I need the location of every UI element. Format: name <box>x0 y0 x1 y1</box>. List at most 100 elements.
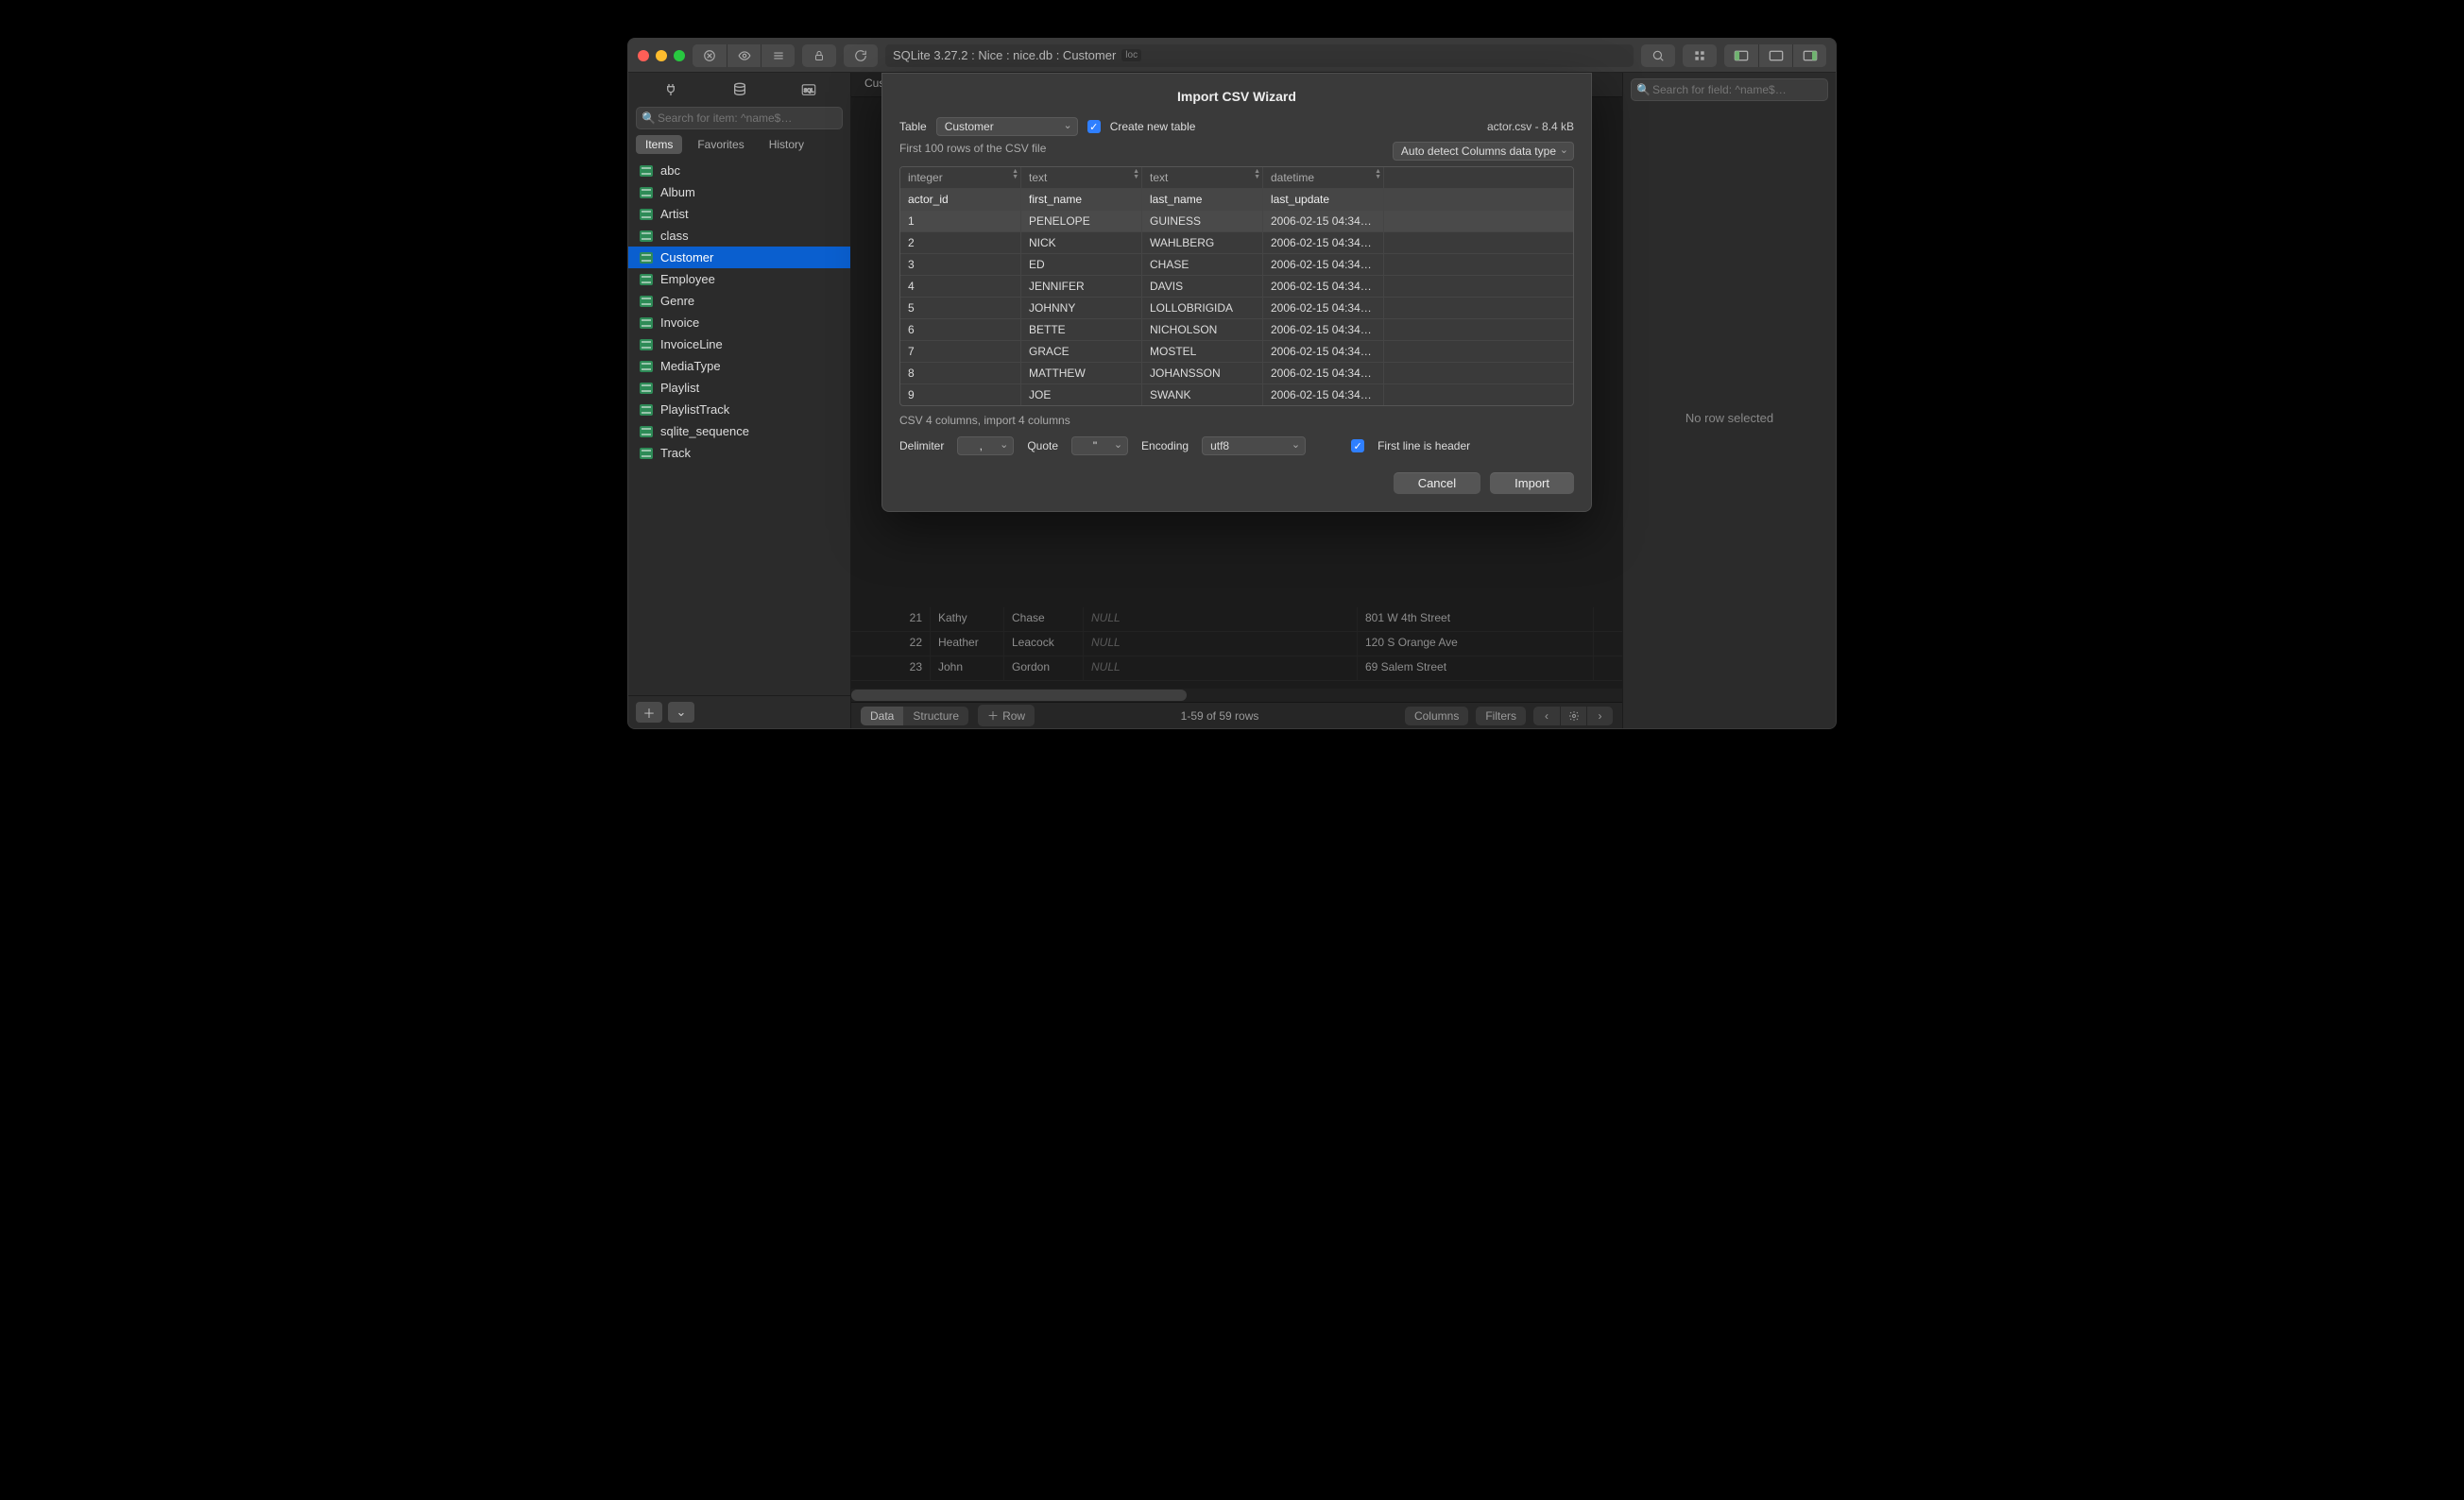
sidebar-item-label: sqlite_sequence <box>660 424 749 438</box>
grid-icon[interactable] <box>1683 44 1717 67</box>
csv-data-row[interactable]: 4JENNIFERDAVIS2006-02-15 04:34… <box>900 275 1573 297</box>
first-line-header-checkbox[interactable]: ✓ <box>1351 439 1364 452</box>
sidebar-item-artist[interactable]: Artist <box>628 203 850 225</box>
type-stepper[interactable]: ▲▼ <box>1254 169 1260 180</box>
import-button[interactable]: Import <box>1490 472 1574 494</box>
zoom-window-button[interactable] <box>674 50 685 61</box>
sidebar-item-invoiceline[interactable]: InvoiceLine <box>628 333 850 355</box>
panel-left-icon[interactable] <box>1724 44 1758 67</box>
table-icon <box>640 383 653 394</box>
csv-cell: actor_id <box>900 189 1021 210</box>
table-icon <box>640 252 653 264</box>
toolbar-right <box>1641 44 1826 67</box>
csv-data-row[interactable]: 6BETTENICHOLSON2006-02-15 04:34… <box>900 318 1573 340</box>
table-icon <box>640 165 653 177</box>
table-select[interactable]: Customer <box>936 117 1078 136</box>
sidebar-item-label: Track <box>660 446 691 460</box>
panel-bottom-icon[interactable] <box>1758 44 1792 67</box>
csv-cell <box>1384 167 1573 188</box>
sidebar-bottom: ＋ ⌄ <box>628 695 850 728</box>
sidebar-tab-items[interactable]: Items <box>636 135 682 154</box>
sidebar-search-input[interactable] <box>636 107 843 129</box>
delimiter-select[interactable]: , <box>957 436 1014 455</box>
panel-layout-icon[interactable] <box>761 44 795 67</box>
sidebar-item-customer[interactable]: Customer <box>628 247 850 268</box>
csv-data-row[interactable]: 5JOHNNYLOLLOBRIGIDA2006-02-15 04:34… <box>900 297 1573 318</box>
csv-cell: 2006-02-15 04:34… <box>1263 276 1384 297</box>
quote-select[interactable]: " <box>1071 436 1128 455</box>
plug-icon[interactable] <box>636 78 705 101</box>
csv-data-row[interactable]: 2NICKWAHLBERG2006-02-15 04:34… <box>900 231 1573 253</box>
sidebar-item-class[interactable]: class <box>628 225 850 247</box>
sidebar-item-album[interactable]: Album <box>628 181 850 203</box>
preview-icon[interactable] <box>727 44 761 67</box>
csv-cell: 2006-02-15 04:34… <box>1263 384 1384 405</box>
csv-cell <box>1384 363 1573 384</box>
field-search-input[interactable] <box>1631 78 1828 101</box>
search-icon: 🔍 <box>642 111 656 125</box>
sidebar-item-invoice[interactable]: Invoice <box>628 312 850 333</box>
panel-right-icon[interactable] <box>1792 44 1826 67</box>
close-window-button[interactable] <box>638 50 649 61</box>
encoding-label: Encoding <box>1141 439 1189 452</box>
table-icon <box>640 317 653 329</box>
sidebar-item-abc[interactable]: abc <box>628 160 850 181</box>
database-icon[interactable] <box>705 78 774 101</box>
sql-icon[interactable]: SQL <box>774 78 843 101</box>
toolbar-group-refresh <box>844 44 878 67</box>
add-item-menu-button[interactable]: ⌄ <box>668 702 694 723</box>
csv-data-row[interactable]: 9JOESWANK2006-02-15 04:34… <box>900 384 1573 405</box>
sidebar-item-genre[interactable]: Genre <box>628 290 850 312</box>
csv-cell <box>1384 276 1573 297</box>
type-stepper[interactable]: ▲▼ <box>1012 169 1018 180</box>
columns-note: CSV 4 columns, import 4 columns <box>899 414 1574 427</box>
svg-text:SQL: SQL <box>803 88 813 94</box>
delimiter-label: Delimiter <box>899 439 944 452</box>
sidebar-item-playlisttrack[interactable]: PlaylistTrack <box>628 399 850 420</box>
sidebar-tabs: Items Favorites History <box>628 135 850 160</box>
csv-cell: 2 <box>900 232 1021 253</box>
first-line-header-label: First line is header <box>1377 439 1470 452</box>
table-icon <box>640 339 653 350</box>
sidebar-item-label: abc <box>660 163 680 178</box>
sidebar-item-playlist[interactable]: Playlist <box>628 377 850 399</box>
sidebar-item-track[interactable]: Track <box>628 442 850 464</box>
minimize-window-button[interactable] <box>656 50 667 61</box>
sidebar-item-label: MediaType <box>660 359 721 373</box>
type-stepper[interactable]: ▲▼ <box>1133 169 1139 180</box>
sidebar-item-employee[interactable]: Employee <box>628 268 850 290</box>
sidebar-tab-history[interactable]: History <box>760 135 813 154</box>
autodetect-select[interactable]: Auto detect Columns data type <box>1393 142 1574 161</box>
import-csv-dialog: Import CSV Wizard Table Customer ✓ Creat… <box>881 73 1592 512</box>
refresh-icon[interactable] <box>844 44 878 67</box>
csv-preview-table: integer▲▼text▲▼text▲▼datetime▲▼actor_idf… <box>899 166 1574 406</box>
csv-cell: integer▲▼ <box>900 167 1021 188</box>
sidebar-item-mediatype[interactable]: MediaType <box>628 355 850 377</box>
csv-cell: NICHOLSON <box>1142 319 1263 340</box>
search-icon[interactable] <box>1641 44 1675 67</box>
table-label: Table <box>899 120 927 133</box>
add-item-button[interactable]: ＋ <box>636 702 662 723</box>
sidebar-item-label: Playlist <box>660 381 699 395</box>
first-rows-label: First 100 rows of the CSV file <box>899 142 1046 161</box>
csv-data-row[interactable]: 7GRACEMOSTEL2006-02-15 04:34… <box>900 340 1573 362</box>
sidebar-list: abc AlbumArtistclassCustomerEmployeeGenre… <box>628 160 850 695</box>
right-empty-state: No row selected <box>1623 107 1836 728</box>
create-new-checkbox[interactable]: ✓ <box>1087 120 1101 133</box>
csv-cell: 3 <box>900 254 1021 275</box>
csv-data-row[interactable]: 3EDCHASE2006-02-15 04:34… <box>900 253 1573 275</box>
sidebar-tab-favorites[interactable]: Favorites <box>688 135 753 154</box>
csv-cell: 8 <box>900 363 1021 384</box>
encoding-select[interactable]: utf8 <box>1202 436 1306 455</box>
dialog-title: Import CSV Wizard <box>899 89 1574 104</box>
csv-data-row[interactable]: 8MATTHEWJOHANSSON2006-02-15 04:34… <box>900 362 1573 384</box>
cancel-button[interactable]: Cancel <box>1394 472 1480 494</box>
type-stepper[interactable]: ▲▼ <box>1375 169 1381 180</box>
csv-cell: 2006-02-15 04:34… <box>1263 298 1384 318</box>
app-window: SQLite 3.27.2 : Nice : nice.db : Custome… <box>627 38 1837 729</box>
csv-cell: 9 <box>900 384 1021 405</box>
sidebar-item-sqlite_sequence[interactable]: sqlite_sequence <box>628 420 850 442</box>
kill-button[interactable] <box>693 44 727 67</box>
lock-icon[interactable] <box>802 44 836 67</box>
csv-cell: LOLLOBRIGIDA <box>1142 298 1263 318</box>
